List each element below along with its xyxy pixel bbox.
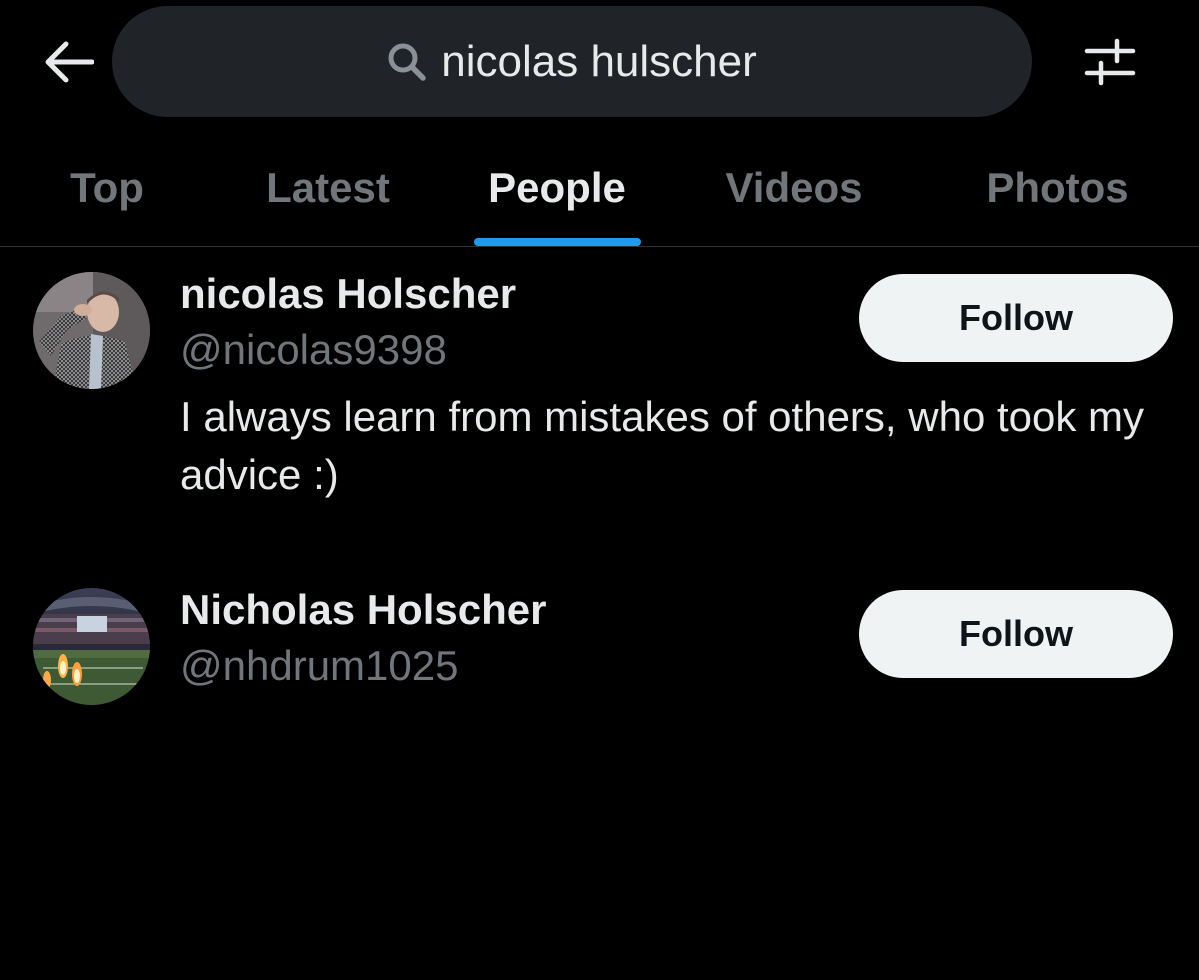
tab-label: Videos bbox=[725, 164, 863, 211]
tab-photos[interactable]: Photos bbox=[916, 130, 1199, 246]
search-filter-button[interactable] bbox=[1078, 34, 1142, 90]
search-icon bbox=[388, 43, 426, 81]
follow-button[interactable]: Follow bbox=[859, 274, 1173, 362]
search-content: nicolas hulscher bbox=[387, 37, 757, 87]
user-handle: @nicolas9398 bbox=[180, 326, 447, 373]
avatar-photo bbox=[33, 272, 150, 389]
back-button[interactable] bbox=[38, 34, 98, 90]
user-bio: I always learn from mistakes of others, … bbox=[180, 393, 1145, 498]
tab-label: Top bbox=[70, 164, 144, 211]
tab-people[interactable]: People bbox=[442, 130, 672, 246]
user-display-name: Nicholas Holscher bbox=[180, 586, 547, 633]
user-display-name: nicolas Holscher bbox=[180, 270, 517, 317]
sliders-icon bbox=[1084, 38, 1136, 86]
tab-label: Latest bbox=[266, 164, 390, 211]
avatar[interactable] bbox=[33, 272, 150, 389]
search-tabs: Top Latest People Videos Photos bbox=[0, 130, 1199, 247]
user-result-item[interactable]: Nicholas Holscher @nhdrum1025 Follow bbox=[0, 562, 1199, 722]
search-header: nicolas hulscher bbox=[0, 0, 1199, 130]
avatar-photo bbox=[33, 588, 150, 705]
user-handle: @nhdrum1025 bbox=[180, 642, 459, 689]
tab-latest[interactable]: Latest bbox=[214, 130, 442, 246]
arrow-left-icon bbox=[45, 41, 94, 83]
active-tab-indicator bbox=[474, 238, 641, 246]
tab-top[interactable]: Top bbox=[0, 130, 214, 246]
follow-button[interactable]: Follow bbox=[859, 590, 1173, 678]
search-input[interactable]: nicolas hulscher bbox=[112, 6, 1032, 117]
user-result-item[interactable]: nicolas Holscher @nicolas9398 I always l… bbox=[0, 246, 1199, 546]
avatar[interactable] bbox=[33, 588, 150, 705]
tab-label: Photos bbox=[986, 164, 1129, 211]
search-query: nicolas hulscher bbox=[441, 36, 757, 86]
tab-label: People bbox=[488, 164, 626, 211]
tab-videos[interactable]: Videos bbox=[672, 130, 916, 246]
